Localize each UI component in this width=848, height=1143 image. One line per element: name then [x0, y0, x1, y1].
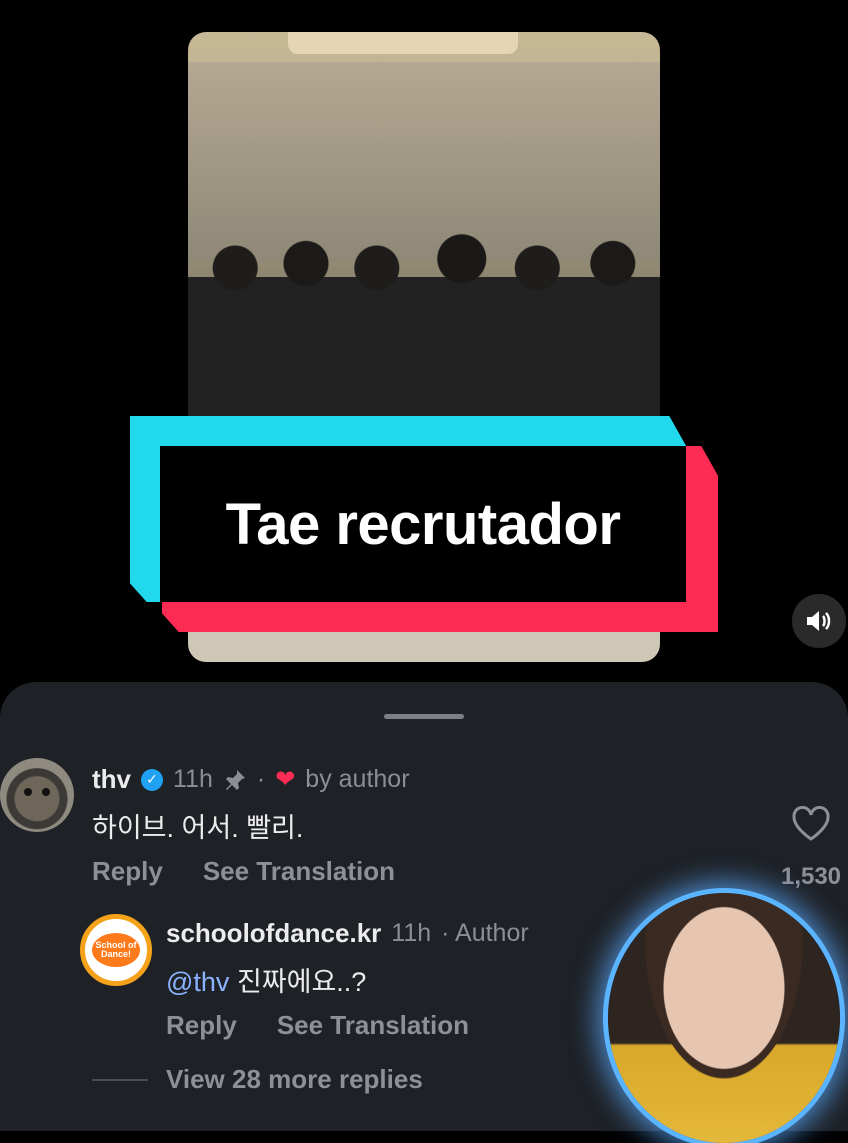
reply-button[interactable]: Reply [92, 856, 163, 887]
comment-text: 하이브. 어서. 빨리. [92, 813, 304, 843]
avatar-eye [24, 788, 32, 796]
heart-outline-icon [792, 806, 830, 841]
comment-header: schoolofdance.kr 11h · Author [166, 918, 529, 949]
comment-actions: Reply See Translation [92, 856, 395, 887]
sheet-handle[interactable] [384, 714, 464, 719]
liked-by-author-heart-icon: ❤ [275, 766, 296, 793]
avatar-eye [42, 788, 50, 796]
username[interactable]: schoolofdance.kr [166, 918, 381, 949]
see-translation-button[interactable]: See Translation [203, 856, 395, 887]
avatar[interactable] [0, 758, 74, 832]
floor [188, 632, 660, 662]
volume-button[interactable] [792, 594, 846, 648]
mention-link[interactable]: @thv [166, 967, 229, 997]
reply-button[interactable]: Reply [166, 1010, 237, 1041]
see-translation-button[interactable]: See Translation [277, 1010, 469, 1041]
verified-badge-icon: ✓ [141, 768, 163, 791]
caption-text: Tae recrutador [225, 491, 621, 557]
liked-by-label: by author [305, 765, 410, 793]
like-control[interactable]: 1,530 [774, 806, 848, 891]
comment-actions: Reply See Translation [166, 1010, 469, 1041]
separator: · [256, 765, 266, 793]
caption-box: Tae recrutador [160, 446, 686, 602]
like-count: 1,530 [780, 863, 842, 890]
comment-body: 진짜에요..? [229, 967, 367, 997]
comment-header: thv ✓ 11h · ❤ by author [92, 764, 410, 795]
avatar[interactable]: School of Dance! [80, 914, 152, 986]
school-logo: School of Dance! [92, 933, 140, 967]
view-more-replies-label: View 28 more replies [166, 1064, 423, 1094]
wall-banner [288, 32, 518, 54]
author-tag: · Author [441, 919, 529, 947]
view-more-replies[interactable]: View 28 more replies [92, 1064, 423, 1095]
comment-time: 11h [173, 765, 213, 793]
speaker-icon [807, 611, 831, 631]
pin-icon [225, 769, 245, 790]
webcam-overlay [608, 893, 840, 1143]
divider [92, 1078, 148, 1081]
comment-text: @thv 진짜에요..? [166, 960, 366, 999]
comment-time: 11h [391, 919, 432, 947]
username[interactable]: thv [92, 764, 131, 795]
